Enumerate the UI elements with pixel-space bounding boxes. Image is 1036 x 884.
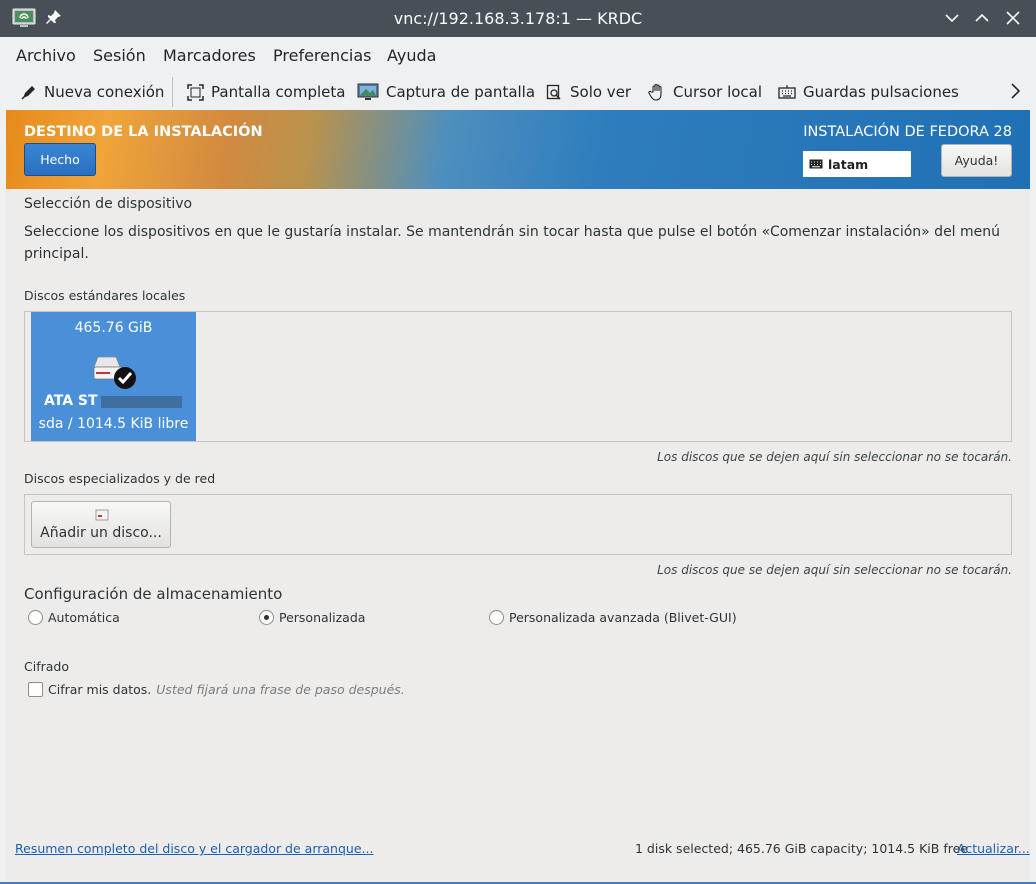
- minimize-icon[interactable]: [942, 8, 962, 28]
- radio-button: [28, 610, 43, 625]
- encrypt-label: Cifrar mis datos.: [48, 682, 152, 697]
- fullscreen-icon: [187, 83, 204, 101]
- installer-header: DESTINO DE LA INSTALACIÓN Hecho INSTALAC…: [6, 110, 1030, 189]
- radio-advanced-custom[interactable]: Personalizada avanzada (Blivet-GUI): [489, 610, 737, 625]
- remote-desktop-view[interactable]: DESTINO DE LA INSTALACIÓN Hecho INSTALAC…: [6, 110, 1030, 884]
- fullscreen-label: Pantalla completa: [211, 83, 346, 101]
- disk-description: sda / 1014.5 KiB libre: [38, 416, 189, 432]
- disk-status-text: 1 disk selected; 465.76 GiB capacity; 10…: [635, 841, 968, 856]
- menu-marcadores[interactable]: Marcadores: [163, 46, 256, 65]
- view-only-button[interactable]: Solo ver: [546, 81, 631, 103]
- add-disk-label: Añadir un disco...: [40, 525, 162, 541]
- grab-keys-button[interactable]: Guardas pulsaciones: [778, 81, 959, 103]
- encryption-title: Cifrado: [24, 659, 69, 674]
- add-disk-icon: [95, 509, 109, 521]
- keyboard-layout-indicator[interactable]: latam: [803, 151, 911, 177]
- toolbar-separator: [172, 77, 173, 107]
- menu-ayuda[interactable]: Ayuda: [387, 46, 436, 65]
- keyboard-icon: [809, 159, 823, 169]
- refresh-link[interactable]: Actualizar...: [957, 841, 1030, 856]
- done-button[interactable]: Hecho: [24, 143, 96, 176]
- local-disks-title: Discos estándares locales: [24, 288, 186, 303]
- encrypt-hint: Usted fijará una frase de paso después.: [156, 682, 405, 697]
- device-selection-title: Selección de dispositivo: [24, 196, 193, 212]
- radio-custom[interactable]: Personalizada: [259, 610, 365, 625]
- disk-summary-link[interactable]: Resumen completo del disco y el cargador…: [15, 841, 373, 856]
- window-titlebar: vnc://192.168.3.178:1 — KRDC: [0, 0, 1036, 37]
- network-disks-title: Discos especializados y de red: [24, 471, 216, 486]
- hand-cursor-icon: [648, 83, 662, 101]
- add-disk-button[interactable]: Añadir un disco...: [31, 501, 171, 548]
- screenshot-icon: [357, 83, 379, 100]
- hard-disk-checked-icon: [93, 356, 136, 389]
- radio-button-selected: [259, 610, 274, 625]
- local-disks-hint: Los discos que se dejen aquí sin selecci…: [657, 450, 1012, 464]
- device-selection-description: Seleccione los dispositivos en que le gu…: [24, 224, 1001, 262]
- checkbox-box: [28, 682, 43, 697]
- network-disks-hint: Los discos que se dejen aquí sin selecci…: [657, 563, 1012, 577]
- toolbar-overflow-chevron-icon[interactable]: [1008, 82, 1022, 100]
- network-disks-panel: Añadir un disco...: [24, 494, 1012, 555]
- local-cursor-label: Cursor local: [673, 83, 763, 101]
- spoke-title: DESTINO DE LA INSTALACIÓN: [24, 124, 263, 140]
- menu-sesion[interactable]: Sesión: [93, 46, 146, 65]
- disk-size: 465.76 GiB: [74, 320, 153, 336]
- close-icon[interactable]: [1003, 8, 1023, 28]
- view-only-icon: [546, 84, 561, 100]
- redacted-serial: [101, 396, 182, 408]
- new-connection-label: Nueva conexión: [44, 83, 165, 101]
- toolbar: Nueva conexión Pantalla completa Captura…: [0, 73, 1036, 110]
- product-title: INSTALACIÓN DE FEDORA 28: [803, 124, 1012, 140]
- fullscreen-button[interactable]: Pantalla completa: [187, 81, 345, 103]
- local-disks-panel: 465.76 GiB ATA ST sda / 1014.5 KiB libre: [24, 311, 1012, 442]
- radio-custom-label: Personalizada: [279, 610, 366, 625]
- encrypt-checkbox[interactable]: Cifrar mis datos. Usted fijará una frase…: [28, 682, 405, 697]
- disk-tile-sda[interactable]: 465.76 GiB ATA ST sda / 1014.5 KiB libre: [31, 312, 196, 441]
- pen-icon: [21, 85, 35, 100]
- grab-keys-label: Guardas pulsaciones: [803, 83, 959, 101]
- new-connection-button[interactable]: Nueva conexión: [20, 81, 164, 103]
- radio-automatic-label: Automática: [48, 610, 120, 625]
- disk-name: ATA ST: [44, 393, 98, 409]
- screenshot-label: Captura de pantalla: [386, 83, 536, 101]
- local-cursor-button[interactable]: Cursor local: [648, 81, 762, 103]
- menu-bar: Archivo Sesión Marcadores Preferencias A…: [0, 37, 1036, 73]
- menu-preferencias[interactable]: Preferencias: [273, 46, 372, 65]
- keyboard-icon: [778, 85, 796, 99]
- view-only-label: Solo ver: [570, 83, 632, 101]
- radio-advanced-custom-label: Personalizada avanzada (Blivet-GUI): [509, 610, 737, 625]
- radio-automatic[interactable]: Automática: [28, 610, 120, 625]
- screenshot-button[interactable]: Captura de pantalla: [357, 81, 535, 103]
- window-title: vnc://192.168.3.178:1 — KRDC: [393, 9, 643, 28]
- keyboard-layout-label: latam: [828, 156, 869, 172]
- storage-config-title: Configuración de almacenamiento: [24, 585, 283, 603]
- radio-button: [489, 610, 504, 625]
- help-button[interactable]: Ayuda!: [941, 144, 1012, 177]
- menu-archivo[interactable]: Archivo: [16, 46, 76, 65]
- maximize-icon[interactable]: [972, 8, 992, 28]
